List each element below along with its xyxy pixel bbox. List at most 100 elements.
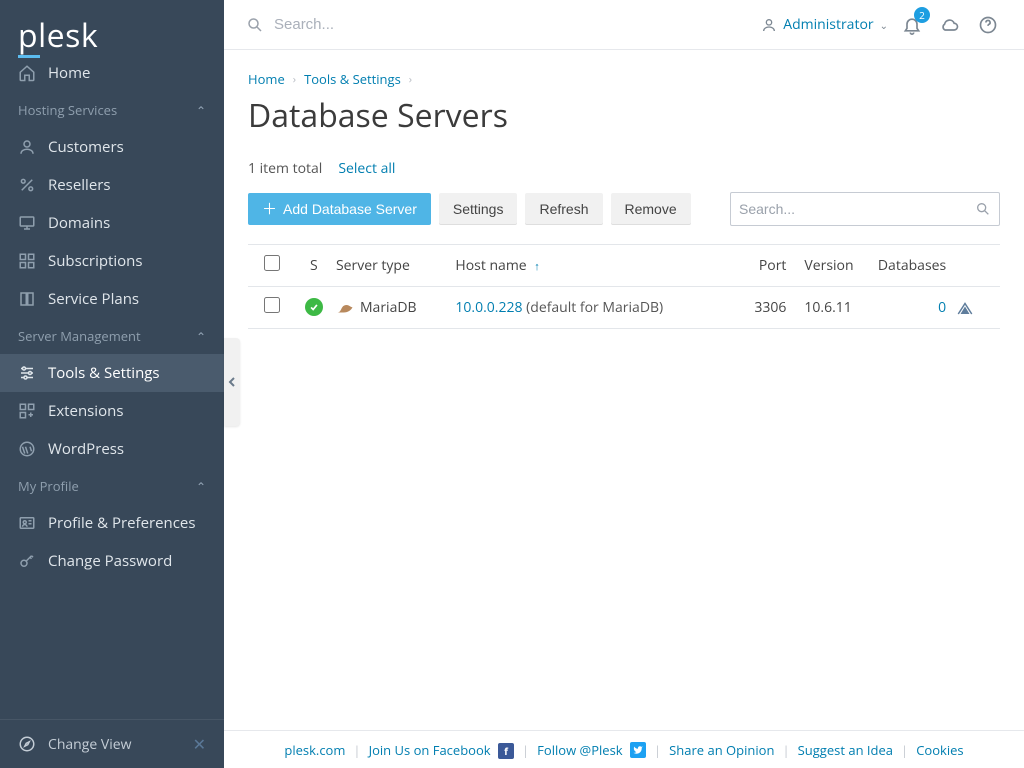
sidebar-section-hosting[interactable]: Hosting Services ⌃	[0, 92, 224, 128]
wordpress-icon	[18, 440, 36, 458]
table-search[interactable]	[730, 192, 1000, 226]
cloud-sync-button[interactable]	[936, 11, 964, 39]
row-version: 10.6.11	[796, 298, 862, 317]
footer-link-idea[interactable]: Suggest an Idea	[798, 741, 893, 759]
user-menu[interactable]: Administrator ⌄	[761, 15, 888, 34]
button-label: Refresh	[539, 201, 588, 217]
table-search-input[interactable]	[739, 201, 975, 217]
host-suffix: (default for MariaDB)	[523, 298, 664, 317]
footer-link-twitter[interactable]: Follow @Plesk	[537, 741, 646, 759]
sidebar-section-label: My Profile	[18, 477, 79, 495]
row-status	[302, 298, 326, 317]
sidebar-item-label: Subscriptions	[48, 251, 143, 271]
row-host: 10.0.0.228 (default for MariaDB)	[455, 298, 720, 317]
sidebar-item-tools-settings[interactable]: Tools & Settings	[0, 354, 224, 392]
settings-button[interactable]: Settings	[439, 193, 518, 225]
row-server-type: MariaDB	[336, 298, 445, 317]
breadcrumb-home[interactable]: Home	[248, 70, 285, 88]
sidebar-item-label: Home	[48, 63, 90, 83]
sidebar-section-server[interactable]: Server Management ⌃	[0, 318, 224, 354]
sidebar-item-resellers[interactable]: Resellers	[0, 166, 224, 204]
remove-button[interactable]: Remove	[611, 193, 691, 225]
chevron-right-icon: ›	[409, 72, 412, 87]
key-icon	[18, 552, 36, 570]
sidebar-item-profile-prefs[interactable]: Profile & Preferences	[0, 504, 224, 542]
footer-link-opinion[interactable]: Share an Opinion	[669, 741, 774, 759]
sidebar-item-label: Profile & Preferences	[48, 513, 196, 533]
button-label: Remove	[625, 201, 677, 217]
breadcrumb-tools-settings[interactable]: Tools & Settings	[304, 70, 401, 88]
sort-asc-icon: ↑	[534, 259, 540, 274]
sliders-icon	[18, 364, 36, 382]
table-header: S Server type Host name ↑ Port Version D…	[248, 245, 1000, 287]
sidebar-item-extensions[interactable]: Extensions	[0, 392, 224, 430]
sidebar: plesk Home Hosting Services ⌃ Customers …	[0, 0, 224, 768]
notifications-button[interactable]: 2	[898, 11, 926, 39]
col-databases[interactable]: Databases	[872, 256, 946, 275]
extensions-icon	[18, 402, 36, 420]
add-database-server-button[interactable]: ＋ Add Database Server	[248, 193, 431, 225]
row-phpmyadmin[interactable]	[956, 300, 984, 316]
row-type-label: MariaDB	[360, 298, 417, 317]
sidebar-item-customers[interactable]: Customers	[0, 128, 224, 166]
col-status[interactable]: S	[302, 256, 326, 275]
sidebar-item-subscriptions[interactable]: Subscriptions	[0, 242, 224, 280]
footer-link-cookies[interactable]: Cookies	[916, 741, 963, 759]
sidebar-item-label: Extensions	[48, 401, 123, 421]
global-search[interactable]	[246, 16, 751, 34]
footer-link-label: Follow @Plesk	[537, 741, 622, 759]
sidebar-item-label: Service Plans	[48, 289, 139, 309]
user-icon	[761, 17, 777, 33]
book-icon	[18, 290, 36, 308]
host-link[interactable]: 10.0.0.228	[455, 298, 522, 317]
user-icon	[18, 138, 36, 156]
sidebar-section-label: Server Management	[18, 327, 141, 345]
page-title: Database Servers	[248, 94, 1000, 137]
brand-logo[interactable]: plesk	[0, 0, 224, 54]
col-host-name[interactable]: Host name ↑	[455, 256, 720, 275]
sidebar-item-home[interactable]: Home	[0, 54, 224, 92]
col-server-type[interactable]: Server type	[336, 256, 445, 275]
col-port[interactable]: Port	[731, 256, 787, 275]
twitter-icon	[630, 742, 646, 758]
compass-icon	[18, 735, 36, 753]
change-view-label: Change View	[48, 735, 131, 754]
toolbar: ＋ Add Database Server Settings Refresh R…	[248, 192, 1000, 226]
plus-icon: ＋	[262, 202, 277, 217]
chevron-right-icon: ›	[293, 72, 296, 87]
select-all-link[interactable]: Select all	[338, 159, 395, 178]
list-meta: 1 item total Select all	[248, 159, 1000, 178]
sidebar-item-domains[interactable]: Domains	[0, 204, 224, 242]
sidebar-item-wordpress[interactable]: WordPress	[0, 430, 224, 468]
table-row: MariaDB 10.0.0.228 (default for MariaDB)…	[248, 287, 1000, 329]
footer-link-plesk[interactable]: plesk.com	[284, 741, 345, 759]
close-icon[interactable]: ✕	[193, 733, 206, 755]
change-view-button[interactable]: Change View	[18, 735, 131, 754]
sidebar-item-label: WordPress	[48, 439, 124, 459]
change-view-bar: Change View ✕	[0, 719, 224, 768]
help-button[interactable]	[974, 11, 1002, 39]
topbar: Administrator ⌄ 2	[224, 0, 1024, 50]
main-content: Home › Tools & Settings › Database Serve…	[224, 50, 1024, 730]
row-select[interactable]	[264, 297, 292, 318]
sidebar-item-label: Customers	[48, 137, 124, 157]
databases-link[interactable]: 0	[938, 298, 946, 317]
status-ok-icon	[305, 298, 323, 316]
search-icon	[975, 201, 991, 217]
sidebar-item-label: Tools & Settings	[48, 363, 160, 383]
db-servers-table: S Server type Host name ↑ Port Version D…	[248, 244, 1000, 329]
phpmyadmin-icon	[956, 300, 984, 316]
col-version[interactable]: Version	[796, 256, 862, 275]
user-name: Administrator	[783, 15, 873, 34]
home-icon	[18, 64, 36, 82]
footer: plesk.com | Join Us on Facebook f | Foll…	[224, 730, 1024, 768]
col-select-all[interactable]	[264, 255, 292, 276]
sidebar-section-profile[interactable]: My Profile ⌃	[0, 468, 224, 504]
refresh-button[interactable]: Refresh	[525, 193, 602, 225]
sidebar-item-service-plans[interactable]: Service Plans	[0, 280, 224, 318]
sidebar-item-label: Domains	[48, 213, 110, 233]
footer-link-facebook[interactable]: Join Us on Facebook f	[369, 741, 514, 759]
monitor-icon	[18, 214, 36, 232]
sidebar-item-change-password[interactable]: Change Password	[0, 542, 224, 580]
global-search-input[interactable]	[274, 16, 674, 33]
